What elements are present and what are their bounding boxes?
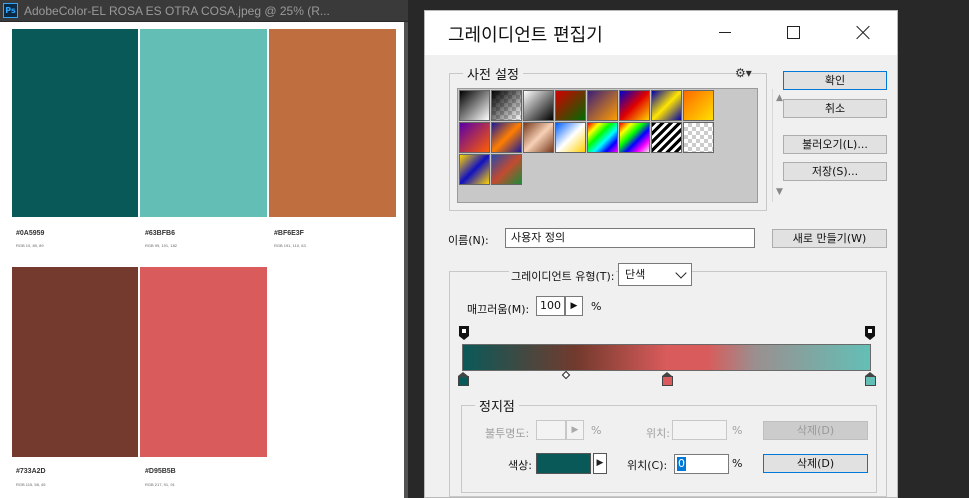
ok-button[interactable]: 확인 bbox=[783, 71, 887, 90]
document-canvas[interactable]: #0A5959 RGB 10, 89, 89 #63BFB6 RGB 99, 1… bbox=[0, 22, 404, 498]
preset-gradient[interactable] bbox=[587, 122, 618, 153]
chevron-down-icon[interactable]: ▼ bbox=[776, 187, 783, 197]
gradient-type-select[interactable]: 단색 bbox=[618, 263, 692, 286]
chevron-right-icon: ▶ bbox=[570, 301, 578, 311]
opacity-location-label: 위치: bbox=[646, 427, 670, 440]
document-tab[interactable]: Ps AdobeColor-EL ROSA ES OTRA COSA.jpeg … bbox=[0, 0, 408, 22]
opacity-location-unit: % bbox=[732, 424, 743, 437]
opacity-unit: % bbox=[591, 424, 602, 437]
canvas-border bbox=[404, 22, 408, 498]
swatch-rgb-label: RGB 99, 191, 182 bbox=[145, 243, 178, 248]
preset-gradient[interactable] bbox=[459, 90, 490, 121]
stop-color-swatch[interactable] bbox=[536, 453, 591, 474]
preset-gradient[interactable] bbox=[587, 90, 618, 121]
preset-gradient[interactable] bbox=[459, 122, 490, 153]
opacity-location-input bbox=[672, 420, 727, 440]
maximize-button[interactable] bbox=[770, 11, 816, 55]
swatch-hex-label: #0A5959 bbox=[16, 230, 45, 237]
color-swatch bbox=[140, 267, 267, 457]
preset-gradient[interactable] bbox=[491, 122, 522, 153]
presets-legend: 사전 설정 bbox=[463, 64, 523, 83]
preset-gradient[interactable] bbox=[619, 122, 650, 153]
new-gradient-button[interactable]: 새로 만들기(W) bbox=[772, 229, 887, 248]
preset-gradient[interactable] bbox=[523, 90, 554, 121]
opacity-label: 불투명도: bbox=[485, 427, 530, 440]
chevron-up-icon[interactable]: ▲ bbox=[776, 93, 783, 103]
gradient-preview-bar[interactable] bbox=[462, 344, 871, 371]
color-label: 색상: bbox=[508, 459, 532, 472]
stops-legend: 정지점 bbox=[475, 396, 519, 415]
opacity-stepper: ▶ bbox=[566, 420, 584, 440]
opacity-stop[interactable] bbox=[865, 326, 875, 340]
swatch-rgb-label: RGB 191, 110, 63 bbox=[274, 243, 306, 248]
document-window: Ps AdobeColor-EL ROSA ES OTRA COSA.jpeg … bbox=[0, 0, 408, 498]
color-swatch bbox=[12, 267, 138, 457]
save-button[interactable]: 저장(S)... bbox=[783, 162, 887, 181]
gradient-type-label: 그레이디언트 유형(T): bbox=[509, 268, 617, 284]
location-unit: % bbox=[732, 457, 743, 470]
color-swatch bbox=[12, 29, 138, 217]
document-title[interactable]: AdobeColor-EL ROSA ES OTRA COSA.jpeg @ 2… bbox=[24, 4, 404, 18]
swatch-hex-label: #63BFB6 bbox=[145, 230, 175, 237]
swatch-rgb-label: RGB 10, 89, 89 bbox=[16, 243, 44, 248]
preset-gradient[interactable] bbox=[683, 122, 714, 153]
photoshop-logo-icon: Ps bbox=[3, 3, 18, 18]
location-value: 0 bbox=[677, 457, 686, 471]
preset-gradient[interactable] bbox=[459, 154, 490, 185]
swatch-rgb-label: RGB 217, 91, 91 bbox=[145, 482, 175, 487]
swatch-rgb-label: RGB 115, 58, 45 bbox=[16, 482, 46, 487]
maximize-icon bbox=[786, 26, 800, 39]
color-stop[interactable] bbox=[458, 372, 469, 386]
preset-gradient[interactable] bbox=[523, 122, 554, 153]
close-button[interactable] bbox=[839, 11, 885, 55]
cancel-button[interactable]: 취소 bbox=[783, 99, 887, 118]
swatch-hex-label: #D95B5B bbox=[145, 468, 176, 475]
color-swatch bbox=[140, 29, 267, 217]
preset-gradient[interactable] bbox=[683, 90, 714, 121]
smoothness-label: 매끄러움(M): bbox=[467, 303, 530, 316]
chevron-right-icon: ▶ bbox=[571, 425, 579, 435]
dialog-title: 그레이디언트 편집기 bbox=[448, 25, 603, 46]
preset-gradient[interactable] bbox=[491, 90, 522, 121]
load-button[interactable]: 불러오기(L)... bbox=[783, 135, 887, 154]
color-stop[interactable] bbox=[662, 372, 673, 386]
swatch-hex-label: #BF6E3F bbox=[274, 230, 304, 237]
color-stop[interactable] bbox=[865, 372, 876, 386]
smoothness-input[interactable]: 100 bbox=[536, 296, 565, 316]
gradient-editor-dialog: 그레이디언트 편집기 사전 설정 ⚙▾ ▲ ▼ 확인 취소 불러오기(L)...… bbox=[424, 10, 898, 498]
preset-gradient[interactable] bbox=[555, 90, 586, 121]
name-label: 이름(N): bbox=[448, 234, 489, 247]
smoothness-unit: % bbox=[591, 300, 602, 313]
location-label: 위치(C): bbox=[627, 459, 668, 472]
location-input[interactable]: 0 bbox=[674, 454, 729, 474]
dialog-titlebar[interactable]: 그레이디언트 편집기 bbox=[425, 11, 897, 55]
stops-group bbox=[461, 405, 877, 493]
color-delete-button[interactable]: 삭제(D) bbox=[763, 454, 868, 473]
gear-icon[interactable]: ⚙▾ bbox=[735, 66, 752, 80]
preset-gradient[interactable] bbox=[619, 90, 650, 121]
chevron-down-icon bbox=[675, 267, 687, 279]
smoothness-stepper[interactable]: ▶ bbox=[565, 296, 583, 316]
opacity-stop[interactable] bbox=[459, 326, 469, 340]
preset-gradient[interactable] bbox=[651, 122, 682, 153]
swatch-hex-label: #733A2D bbox=[16, 468, 46, 475]
preset-gradient[interactable] bbox=[555, 122, 586, 153]
color-swatch bbox=[269, 29, 396, 217]
opacity-delete-button: 삭제(D) bbox=[763, 421, 868, 440]
chevron-right-icon[interactable]: ▶ bbox=[593, 453, 607, 474]
gradient-type-value: 단색 bbox=[625, 268, 646, 281]
minimize-icon bbox=[719, 32, 731, 33]
preset-gradient[interactable] bbox=[651, 90, 682, 121]
preset-gradient[interactable] bbox=[491, 154, 522, 185]
opacity-input bbox=[536, 420, 566, 440]
presets-grid: ▲ ▼ bbox=[457, 88, 789, 203]
minimize-button[interactable] bbox=[702, 11, 748, 55]
name-input[interactable]: 사용자 정의 bbox=[505, 228, 755, 248]
